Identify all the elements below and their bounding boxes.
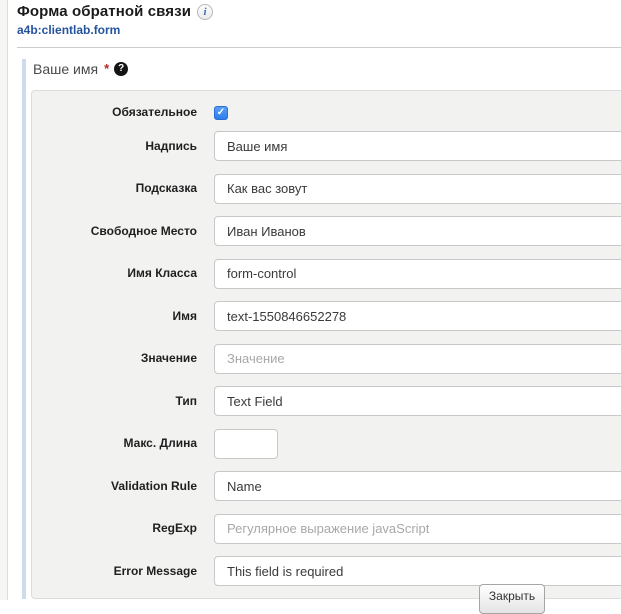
class-name-input[interactable] [214, 259, 621, 289]
validation-rule-select-control: Name [214, 471, 621, 501]
hint-input[interactable] [214, 174, 621, 204]
form-row: ТипText Field [32, 386, 621, 416]
placeholder-input-control [214, 216, 621, 246]
label-input-control [214, 131, 621, 161]
page-left-rail [0, 0, 8, 600]
required-checkbox[interactable]: ✓ [214, 106, 228, 120]
hint-input-label: Подсказка [32, 181, 214, 196]
value-input[interactable] [214, 344, 621, 374]
modal-content: Форма обратной связи i a4b:clientlab.for… [9, 0, 621, 599]
regexp-input-control [214, 514, 621, 544]
form-id-link[interactable]: a4b:clientlab.form [17, 23, 120, 37]
validation-rule-select-label: Validation Rule [32, 479, 214, 494]
class-name-input-label: Имя Класса [32, 266, 214, 281]
type-select-control: Text Field [214, 386, 621, 416]
help-icon[interactable]: ? [114, 62, 128, 76]
field-section-header: Ваше имя * ? [31, 59, 621, 90]
required-asterisk: * [104, 61, 109, 77]
form-row: Свободное Место [32, 216, 621, 246]
header-divider [17, 47, 621, 48]
form-row: Надпись [32, 131, 621, 161]
placeholder-input-label: Свободное Место [32, 224, 214, 239]
form-row: Обязательное✓ [32, 105, 621, 120]
form-row: Значение [32, 344, 621, 374]
label-input[interactable] [214, 131, 621, 161]
form-row: Error Message [32, 556, 621, 586]
form-row: Имя Класса [32, 259, 621, 289]
placeholder-input[interactable] [214, 216, 621, 246]
value-input-label: Значение [32, 351, 214, 366]
value-input-control [214, 344, 621, 374]
check-icon: ✓ [217, 108, 225, 118]
close-button[interactable]: Закрыть [479, 584, 545, 614]
form-row: RegExp [32, 514, 621, 544]
regexp-input-label: RegExp [32, 521, 214, 536]
form-rows: Обязательное✓ Надпись Подсказка Свободное М… [32, 105, 621, 586]
form-row: Имя [32, 301, 621, 331]
type-select[interactable]: Text Field [214, 386, 621, 416]
max-length-input-control [214, 429, 621, 459]
error-message-input[interactable] [214, 556, 621, 586]
page-title: Форма обратной связи [17, 3, 191, 21]
class-name-input-control [214, 259, 621, 289]
label-input-label: Надпись [32, 139, 214, 154]
required-checkbox-label: Обязательное [32, 105, 214, 120]
max-length-input-label: Макс. Длина [32, 436, 214, 451]
name-input[interactable] [214, 301, 621, 331]
type-select-label: Тип [32, 394, 214, 409]
field-settings-panel: Обязательное✓ Надпись Подсказка Свободное М… [31, 90, 621, 599]
error-message-input-control [214, 556, 621, 586]
form-row: Подсказка [32, 174, 621, 204]
required-checkbox-control: ✓ [214, 106, 621, 120]
form-row: Макс. Длина [32, 429, 621, 459]
form-row: Validation RuleName [32, 471, 621, 501]
field-section: Ваше имя * ? Обязательное✓ Надпись Подсказ… [22, 59, 621, 599]
max-length-input[interactable] [214, 429, 278, 459]
name-input-label: Имя [32, 309, 214, 324]
hint-input-control [214, 174, 621, 204]
info-icon[interactable]: i [197, 4, 213, 20]
validation-rule-select[interactable]: Name [214, 471, 621, 501]
name-input-control [214, 301, 621, 331]
field-section-title: Ваше имя [33, 61, 98, 77]
error-message-input-label: Error Message [32, 564, 214, 579]
regexp-input[interactable] [214, 514, 621, 544]
modal-header: Форма обратной связи i a4b:clientlab.for… [9, 0, 621, 39]
